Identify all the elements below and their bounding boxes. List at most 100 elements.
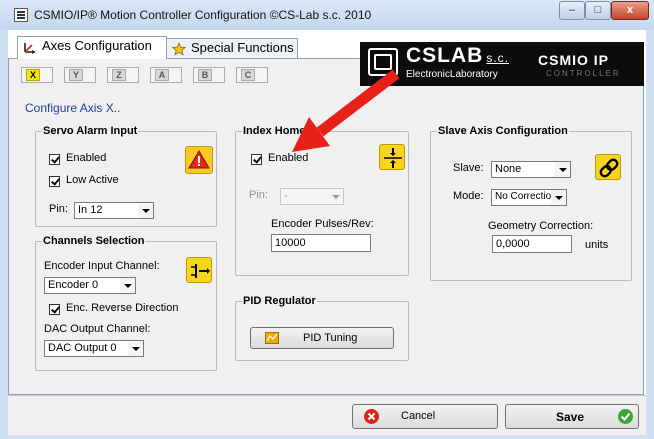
slave-axis-title: Slave Axis Configuration <box>437 125 569 137</box>
logo-subtitle: ElectronicLaboratory <box>406 69 498 80</box>
logo-suffix: s.c. <box>486 51 510 65</box>
geometry-correction-label: Geometry Correction: <box>488 220 594 232</box>
channels-group: Channels Selection Encoder Input Channel… <box>35 235 217 371</box>
footer-divider <box>8 395 646 396</box>
chevron-down-icon <box>120 278 135 293</box>
chevron-down-icon <box>551 190 566 205</box>
cancel-icon <box>364 409 379 424</box>
geometry-correction-input[interactable]: 0,0000 <box>492 235 572 253</box>
axis-tab-b-label: B <box>198 69 212 81</box>
footer-bar: Cancel Save <box>8 395 646 435</box>
slave-select[interactable]: None <box>491 161 571 178</box>
axes-panel: X Y Z A B C Configure Axis X.. Servo Ala… <box>8 58 644 395</box>
tab-axes-configuration[interactable]: Axes Configuration <box>17 36 167 59</box>
pid-regulator-title: PID Regulator <box>242 295 317 307</box>
encoder-pulses-label: Encoder Pulses/Rev: <box>271 218 374 230</box>
servo-alarm-enabled-checkbox[interactable] <box>49 154 60 165</box>
slave-axis-group: Slave Axis Configuration Slave: None Mod… <box>430 125 632 281</box>
app-icon <box>14 8 28 22</box>
index-home-title: Index Home <box>242 125 307 137</box>
mode-value: No Correction <box>495 191 557 202</box>
axis-tab-a-label: A <box>155 69 169 81</box>
chevron-down-icon <box>128 341 143 356</box>
warning-icon <box>185 146 213 174</box>
index-home-icon <box>379 144 405 170</box>
servo-alarm-enabled-label: Enabled <box>66 152 107 164</box>
axis-tab-y-label: Y <box>69 69 83 81</box>
channels-icon <box>186 257 212 283</box>
servo-alarm-group: Servo Alarm Input Enabled Low Active Pin… <box>35 125 217 227</box>
axis-tab-z[interactable]: Z <box>107 67 139 83</box>
tab-axes-configuration-label: Axes Configuration <box>42 38 152 53</box>
link-icon <box>595 154 621 180</box>
axis-tab-b[interactable]: B <box>193 67 225 83</box>
axis-tab-x-label: X <box>26 69 40 81</box>
enc-reverse-checkbox[interactable] <box>49 304 60 315</box>
axis-tab-y[interactable]: Y <box>64 67 96 83</box>
tab-special-functions[interactable]: Special Functions <box>166 38 298 58</box>
index-home-pin-label: Pin: <box>249 189 268 201</box>
index-home-pin-value: - <box>284 190 288 202</box>
logo-product: CSMIO IP <box>538 52 610 68</box>
servo-pin-select[interactable]: In 12 <box>74 202 154 219</box>
logo-icon <box>368 48 398 76</box>
star-icon <box>172 42 186 56</box>
dac-output-select[interactable]: DAC Output 0 <box>44 340 144 357</box>
chevron-down-icon <box>555 162 570 177</box>
maximize-button[interactable]: □ <box>585 1 611 20</box>
servo-pin-label: Pin: <box>49 203 68 215</box>
window-title: CSMIO/IP® Motion Controller Configuratio… <box>34 8 372 22</box>
client-area: Axes Configuration Special Functions X Y… <box>8 30 646 435</box>
channels-title: Channels Selection <box>42 235 146 247</box>
encoder-pulses-input[interactable]: 10000 <box>271 234 371 252</box>
close-button[interactable]: x <box>611 1 649 20</box>
units-label: units <box>585 239 609 251</box>
pid-tuning-label: PID Tuning <box>303 332 358 344</box>
servo-alarm-title: Servo Alarm Input <box>42 125 139 137</box>
axis-tab-c[interactable]: C <box>236 67 268 83</box>
encoder-input-value: Encoder 0 <box>48 279 99 291</box>
configure-axis-title: Configure Axis X.. <box>25 101 121 115</box>
index-home-pin-select[interactable]: - <box>280 188 344 205</box>
minimize-button[interactable]: – <box>559 1 585 20</box>
pid-tuning-button[interactable]: PID Tuning <box>250 327 394 349</box>
axis-tab-x[interactable]: X <box>21 67 53 83</box>
slave-value: None <box>495 163 522 175</box>
save-label: Save <box>556 410 585 424</box>
chevron-down-icon <box>138 203 153 218</box>
geometry-correction-value: 0,0000 <box>496 238 530 250</box>
cslab-logo: CSLAB s.c. ElectronicLaboratory CSMIO IP … <box>360 42 644 86</box>
logo-name-text: CSLAB <box>406 44 484 67</box>
cancel-button[interactable]: Cancel <box>352 404 498 429</box>
checkmark-icon <box>618 409 633 424</box>
mode-select[interactable]: No Correction <box>491 189 567 206</box>
pid-regulator-group: PID Regulator PID Tuning <box>235 295 409 361</box>
logo-name: CSLAB s.c. <box>406 44 509 68</box>
encoder-input-label: Encoder Input Channel: <box>44 260 160 272</box>
index-home-enabled-checkbox[interactable] <box>251 154 262 165</box>
cancel-label: Cancel <box>401 410 436 422</box>
encoder-pulses-value: 10000 <box>275 237 306 249</box>
index-home-enabled-label: Enabled <box>268 152 309 164</box>
servo-pin-value: In 12 <box>78 204 103 216</box>
save-button[interactable]: Save <box>505 404 639 429</box>
dac-output-label: DAC Output Channel: <box>44 323 151 335</box>
chevron-down-icon <box>328 189 343 204</box>
low-active-checkbox[interactable] <box>49 176 60 187</box>
low-active-label: Low Active <box>66 174 119 186</box>
axes-icon <box>24 43 35 54</box>
pid-icon <box>265 332 279 344</box>
mode-label: Mode: <box>453 190 484 202</box>
index-home-group: Index Home Enabled Pin: - Encoder Pulses… <box>235 125 409 276</box>
slave-label: Slave: <box>453 162 484 174</box>
title-bar: CSMIO/IP® Motion Controller Configuratio… <box>0 0 654 30</box>
axis-tab-a[interactable]: A <box>150 67 182 83</box>
main-window: CSMIO/IP® Motion Controller Configuratio… <box>0 0 654 439</box>
logo-product-sub: CONTROLLER <box>546 69 621 78</box>
tab-special-functions-label: Special Functions <box>191 40 294 55</box>
dac-output-value: DAC Output 0 <box>48 342 117 354</box>
axis-tab-c-label: C <box>241 69 255 81</box>
axis-tab-z-label: Z <box>112 69 126 81</box>
encoder-input-select[interactable]: Encoder 0 <box>44 277 136 294</box>
enc-reverse-label: Enc. Reverse Direction <box>66 302 179 314</box>
